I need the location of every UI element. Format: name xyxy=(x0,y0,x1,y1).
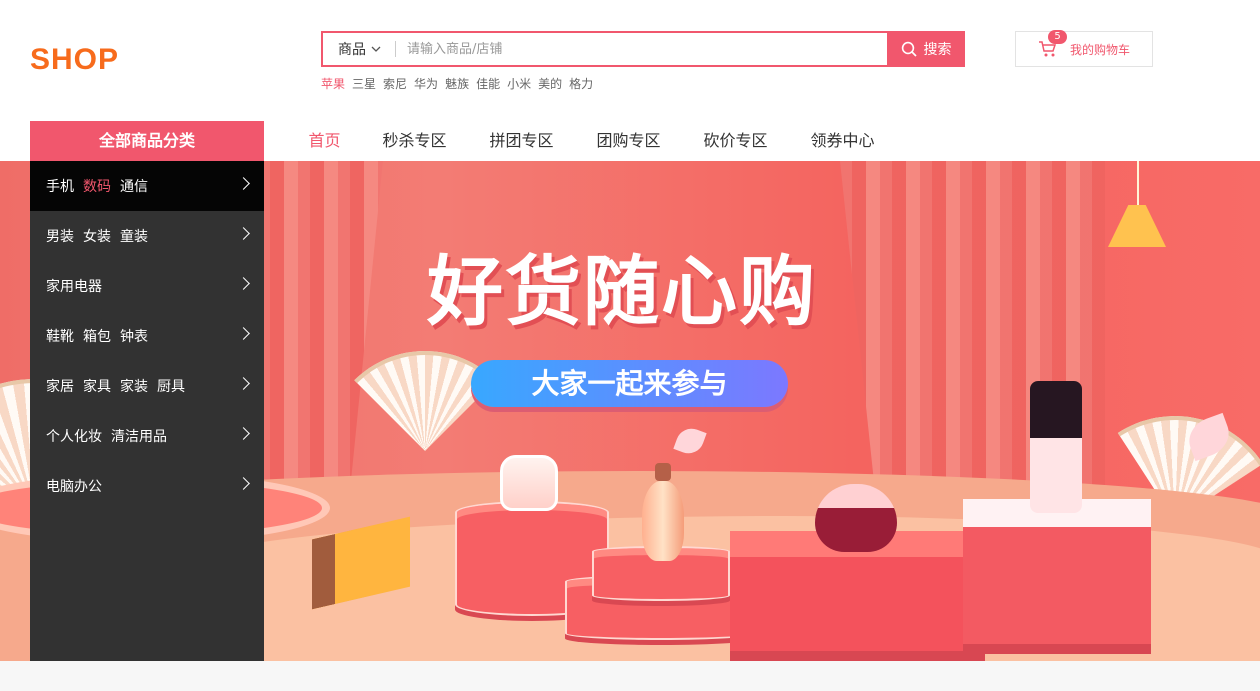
hotword-link[interactable]: 华为 xyxy=(414,75,438,93)
category-label: 钟表 xyxy=(120,329,148,345)
cream-jar xyxy=(815,484,897,552)
cosmetic-jar xyxy=(500,455,558,511)
category-computer-office[interactable]: 电脑办公 xyxy=(30,461,264,511)
chevron-right-icon xyxy=(237,477,250,490)
cart-label: 我的购物车 xyxy=(1070,42,1131,57)
chevron-right-icon xyxy=(237,227,250,240)
category-label: 家具 xyxy=(83,379,111,395)
lamp-icon xyxy=(1108,205,1166,247)
search-bar: 商品 搜索 xyxy=(321,31,965,67)
flower-petal xyxy=(673,424,707,458)
category-label: 家居 xyxy=(46,379,74,395)
category-label: 手机 xyxy=(46,179,74,195)
banner-curtain xyxy=(258,161,383,511)
perfume-bottle xyxy=(642,463,684,561)
nav-coupons[interactable]: 领券中心 xyxy=(789,121,896,161)
hotword-link[interactable]: 索尼 xyxy=(383,75,407,93)
banner-headline: 好货随心购 xyxy=(427,247,817,336)
category-label: 家装 xyxy=(120,379,148,395)
page-background xyxy=(0,661,1260,691)
category-label: 家用电器 xyxy=(46,279,102,295)
hotword-link[interactable]: 苹果 xyxy=(321,75,345,93)
hot-search-links: 苹果 三星 索尼 华为 魅族 佳能 小米 美的 格力 xyxy=(321,75,593,93)
cart-count-badge: 5 xyxy=(1048,30,1067,44)
category-label: 通信 xyxy=(120,179,148,195)
search-button-label: 搜索 xyxy=(923,42,952,58)
hotword-link[interactable]: 美的 xyxy=(538,75,562,93)
search-input[interactable] xyxy=(407,33,887,65)
nav-home[interactable]: 首页 xyxy=(288,121,361,161)
search-type-dropdown[interactable]: 商品 xyxy=(323,33,396,65)
hotword-link[interactable]: 三星 xyxy=(352,75,376,93)
category-label: 童装 xyxy=(120,229,148,245)
category-phone-digital[interactable]: 手机 数码 通信 xyxy=(30,161,264,211)
banner-cta-button[interactable]: 大家一起来参与 xyxy=(471,360,788,407)
hotword-link[interactable]: 魅族 xyxy=(445,75,469,93)
cart-icon: 5 xyxy=(1038,30,1067,58)
category-label: 鞋靴 xyxy=(46,329,74,345)
foundation-bottle xyxy=(1030,381,1082,513)
category-label: 厨具 xyxy=(157,379,185,395)
category-label-highlight: 数码 xyxy=(83,179,111,195)
chevron-right-icon xyxy=(237,327,250,340)
search-button[interactable]: 搜索 xyxy=(887,31,965,67)
lamp-cord xyxy=(1137,161,1139,205)
hotword-link[interactable]: 格力 xyxy=(569,75,593,93)
category-menu: 手机 数码 通信 男装 女装 童装 家用电器 鞋靴 箱包 钟表 家居 家具 家装… xyxy=(30,161,264,661)
category-appliances[interactable]: 家用电器 xyxy=(30,261,264,311)
nav-seckill[interactable]: 秒杀专区 xyxy=(361,121,468,161)
search-icon xyxy=(901,41,917,57)
category-label: 清洁用品 xyxy=(111,429,167,445)
nav-group-buy[interactable]: 拼团专区 xyxy=(468,121,575,161)
chevron-right-icon xyxy=(237,427,250,440)
nav-bargain[interactable]: 砍价专区 xyxy=(682,121,789,161)
hotword-link[interactable]: 佳能 xyxy=(476,75,500,93)
category-beauty-cleaning[interactable]: 个人化妆 清洁用品 xyxy=(30,411,264,461)
shop-logo[interactable]: SHOP xyxy=(30,40,119,80)
all-categories-title[interactable]: 全部商品分类 xyxy=(30,121,264,161)
category-shoes-bags-watches[interactable]: 鞋靴 箱包 钟表 xyxy=(30,311,264,361)
category-label: 个人化妆 xyxy=(46,429,102,445)
shopping-cart-button[interactable]: 5 我的购物车 xyxy=(1015,30,1153,67)
search-type-label: 商品 xyxy=(338,42,366,58)
chevron-right-icon xyxy=(237,377,250,390)
hotword-link[interactable]: 小米 xyxy=(507,75,531,93)
chevron-right-icon xyxy=(237,177,250,190)
product-display-box xyxy=(963,499,1151,654)
category-label: 女装 xyxy=(83,229,111,245)
category-clothing[interactable]: 男装 女装 童装 xyxy=(30,211,264,261)
chevron-right-icon xyxy=(237,277,250,290)
category-home-kitchen[interactable]: 家居 家具 家装 厨具 xyxy=(30,361,264,411)
main-navigation: 首页 秒杀专区 拼团专区 团购专区 砍价专区 领券中心 xyxy=(264,121,896,161)
chevron-down-icon xyxy=(371,46,381,52)
category-label: 电脑办公 xyxy=(46,479,102,495)
category-label: 男装 xyxy=(46,229,74,245)
nav-team-buy[interactable]: 团购专区 xyxy=(575,121,682,161)
category-label: 箱包 xyxy=(83,329,111,345)
site-header: SHOP 商品 搜索 苹果 三星 索尼 华为 魅族 佳能 小米 美的 格力 5 … xyxy=(0,0,1260,161)
